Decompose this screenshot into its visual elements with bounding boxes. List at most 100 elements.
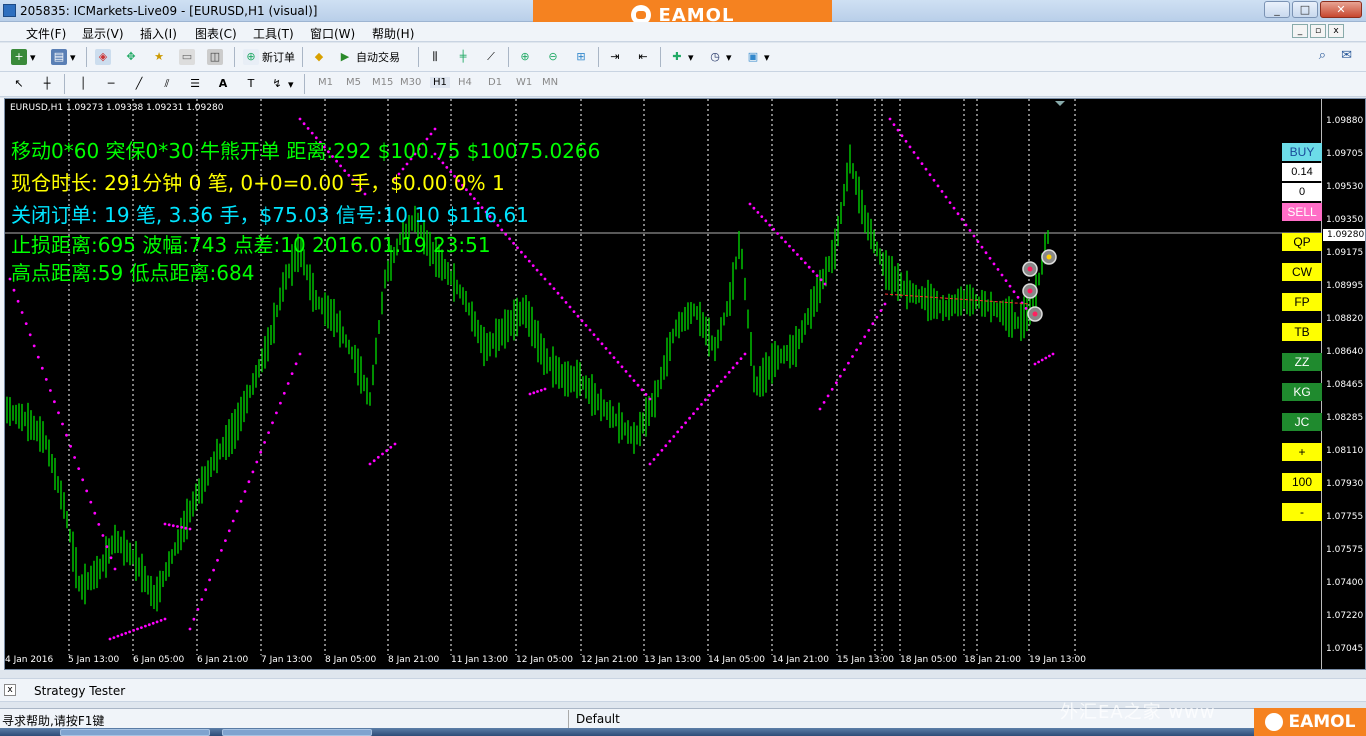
arrows-button[interactable]: ↯ ▾ — [266, 74, 297, 94]
sar-dot — [81, 478, 85, 482]
fibonacci-icon: ☰ — [190, 77, 200, 90]
text-icon: A — [218, 77, 228, 90]
taskbar-item[interactable] — [222, 729, 372, 736]
auto-scroll-button[interactable]: ⇥ — [604, 47, 626, 67]
search-icon[interactable]: ⌕ — [1319, 48, 1326, 63]
close-icon[interactable]: x — [4, 684, 16, 696]
chart-shift-button[interactable]: ⇤ — [632, 47, 654, 67]
kg-button[interactable]: KG — [1282, 383, 1322, 401]
price-chart[interactable]: EURUSD,H1 1.09273 1.09338 1.09231 1.0928… — [4, 98, 1366, 670]
close-button[interactable]: ✕ — [1320, 1, 1362, 18]
sar-dot — [756, 211, 760, 214]
tb-button[interactable]: TB — [1282, 323, 1322, 341]
sar-dot — [227, 529, 231, 533]
tf-m5[interactable]: M5 — [346, 77, 361, 88]
sar-dot — [1008, 284, 1012, 288]
vertical-line-button[interactable]: │ — [72, 74, 94, 94]
menu-charts[interactable]: 图表(C) — [195, 25, 237, 42]
tf-m15[interactable]: M15 — [372, 77, 393, 88]
menu-help[interactable]: 帮助(H) — [372, 25, 414, 42]
minimize-button[interactable]: _ — [1264, 1, 1290, 18]
zz-button[interactable]: ZZ — [1282, 353, 1322, 371]
sar-dot — [140, 626, 143, 629]
sar-dot — [752, 206, 756, 210]
sar-dot — [760, 215, 764, 218]
sar-dot — [803, 261, 807, 265]
sar-dot — [176, 525, 179, 528]
mdi-close-button[interactable]: x — [1328, 24, 1344, 38]
sar-dot — [44, 378, 48, 381]
tile-windows-button[interactable]: ⊞ — [570, 47, 592, 67]
sell-button[interactable]: SELL — [1282, 203, 1322, 221]
count-field[interactable]: 0 — [1282, 183, 1322, 201]
terminal-button[interactable]: ▭ — [176, 47, 198, 67]
metaeditor-button[interactable]: ◆ — [308, 47, 330, 67]
navigator-button[interactable]: ✥ — [120, 47, 142, 67]
sar-dot — [16, 299, 20, 303]
text-label-button[interactable]: T — [240, 74, 262, 94]
strategy-tester-button[interactable]: ◫ — [204, 47, 226, 67]
sar-dot — [282, 391, 286, 395]
strategy-tester-label[interactable]: Strategy Tester — [34, 684, 125, 698]
indicators-button[interactable]: ✚ ▾ — [666, 47, 697, 67]
tf-m30[interactable]: M30 — [400, 77, 421, 88]
sar-dot — [988, 256, 992, 260]
menu-file[interactable]: 文件(F) — [26, 25, 66, 42]
fibonacci-button[interactable]: ☰ — [184, 74, 206, 94]
new-chart-button[interactable]: + ▾ — [8, 47, 39, 67]
sar-dot — [376, 455, 380, 459]
tf-mn[interactable]: MN — [542, 77, 558, 88]
taskbar — [0, 728, 1366, 736]
sar-dot — [834, 381, 838, 385]
sar-dot — [972, 234, 976, 238]
horizontal-line-button[interactable]: ─ — [100, 74, 122, 94]
market-watch-button[interactable]: ◈ — [92, 47, 114, 67]
price-label: 1.07575 — [1326, 545, 1364, 555]
restore-button[interactable]: □ — [1292, 1, 1318, 18]
buy-button[interactable]: BUY — [1282, 143, 1322, 161]
text-label-icon: T — [247, 77, 255, 90]
sar-dot — [552, 287, 556, 290]
chat-icon[interactable]: ✉ — [1341, 48, 1352, 63]
tf-w1[interactable]: W1 — [516, 77, 532, 88]
new-order-button[interactable]: ⊕ 新订单 — [240, 47, 298, 67]
templates-button[interactable]: ▣ ▾ — [742, 47, 773, 67]
line-chart-button[interactable]: ⟋ — [480, 47, 502, 67]
data-window-button[interactable]: ★ — [148, 47, 170, 67]
mdi-restore-button[interactable]: ▫ — [1310, 24, 1326, 38]
sar-dot — [823, 282, 827, 286]
channel-button[interactable]: ⫽ — [156, 74, 178, 94]
profiles-button[interactable]: ▤ ▾ — [48, 47, 79, 67]
tf-d1[interactable]: D1 — [488, 77, 502, 88]
tf-h1[interactable]: H1 — [430, 77, 450, 88]
auto-trading-button[interactable]: ▶ 自动交易 — [334, 47, 403, 67]
sar-dot — [556, 291, 560, 295]
cw-button[interactable]: CW — [1282, 263, 1322, 281]
candlestick-button[interactable]: ╪ — [452, 47, 474, 67]
menu-insert[interactable]: 插入(I) — [140, 25, 177, 42]
mdi-minimize-button[interactable]: _ — [1292, 24, 1308, 38]
crosshair-button[interactable]: ┼ — [36, 74, 58, 94]
lot-size-input[interactable]: 0.14 — [1282, 163, 1322, 181]
zoom-out-button[interactable]: ⊖ — [542, 47, 564, 67]
zoom-in-button[interactable]: ⊕ — [514, 47, 536, 67]
taskbar-item[interactable] — [60, 729, 210, 736]
menu-view[interactable]: 显示(V) — [82, 25, 124, 42]
qp-button[interactable]: QP — [1282, 233, 1322, 251]
fp-button[interactable]: FP — [1282, 293, 1322, 311]
menu-tools[interactable]: 工具(T) — [253, 25, 294, 42]
text-button[interactable]: A — [212, 74, 234, 94]
tf-m1[interactable]: M1 — [318, 77, 333, 88]
watermark: 外汇EA之家 www — [1060, 702, 1216, 723]
trendline-button[interactable]: ╱ — [128, 74, 150, 94]
sar-dot — [664, 444, 668, 448]
bar-chart-button[interactable]: ⫼ — [424, 47, 446, 67]
menu-window[interactable]: 窗口(W) — [310, 25, 355, 42]
hundred-field[interactable]: 100 — [1282, 473, 1322, 491]
jc-button[interactable]: JC — [1282, 413, 1322, 431]
tf-h4[interactable]: H4 — [458, 77, 472, 88]
periods-button[interactable]: ◷ ▾ — [704, 47, 735, 67]
plus-button[interactable]: + — [1282, 443, 1322, 461]
cursor-button[interactable]: ↖ — [8, 74, 30, 94]
minus-button[interactable]: - — [1282, 503, 1322, 521]
